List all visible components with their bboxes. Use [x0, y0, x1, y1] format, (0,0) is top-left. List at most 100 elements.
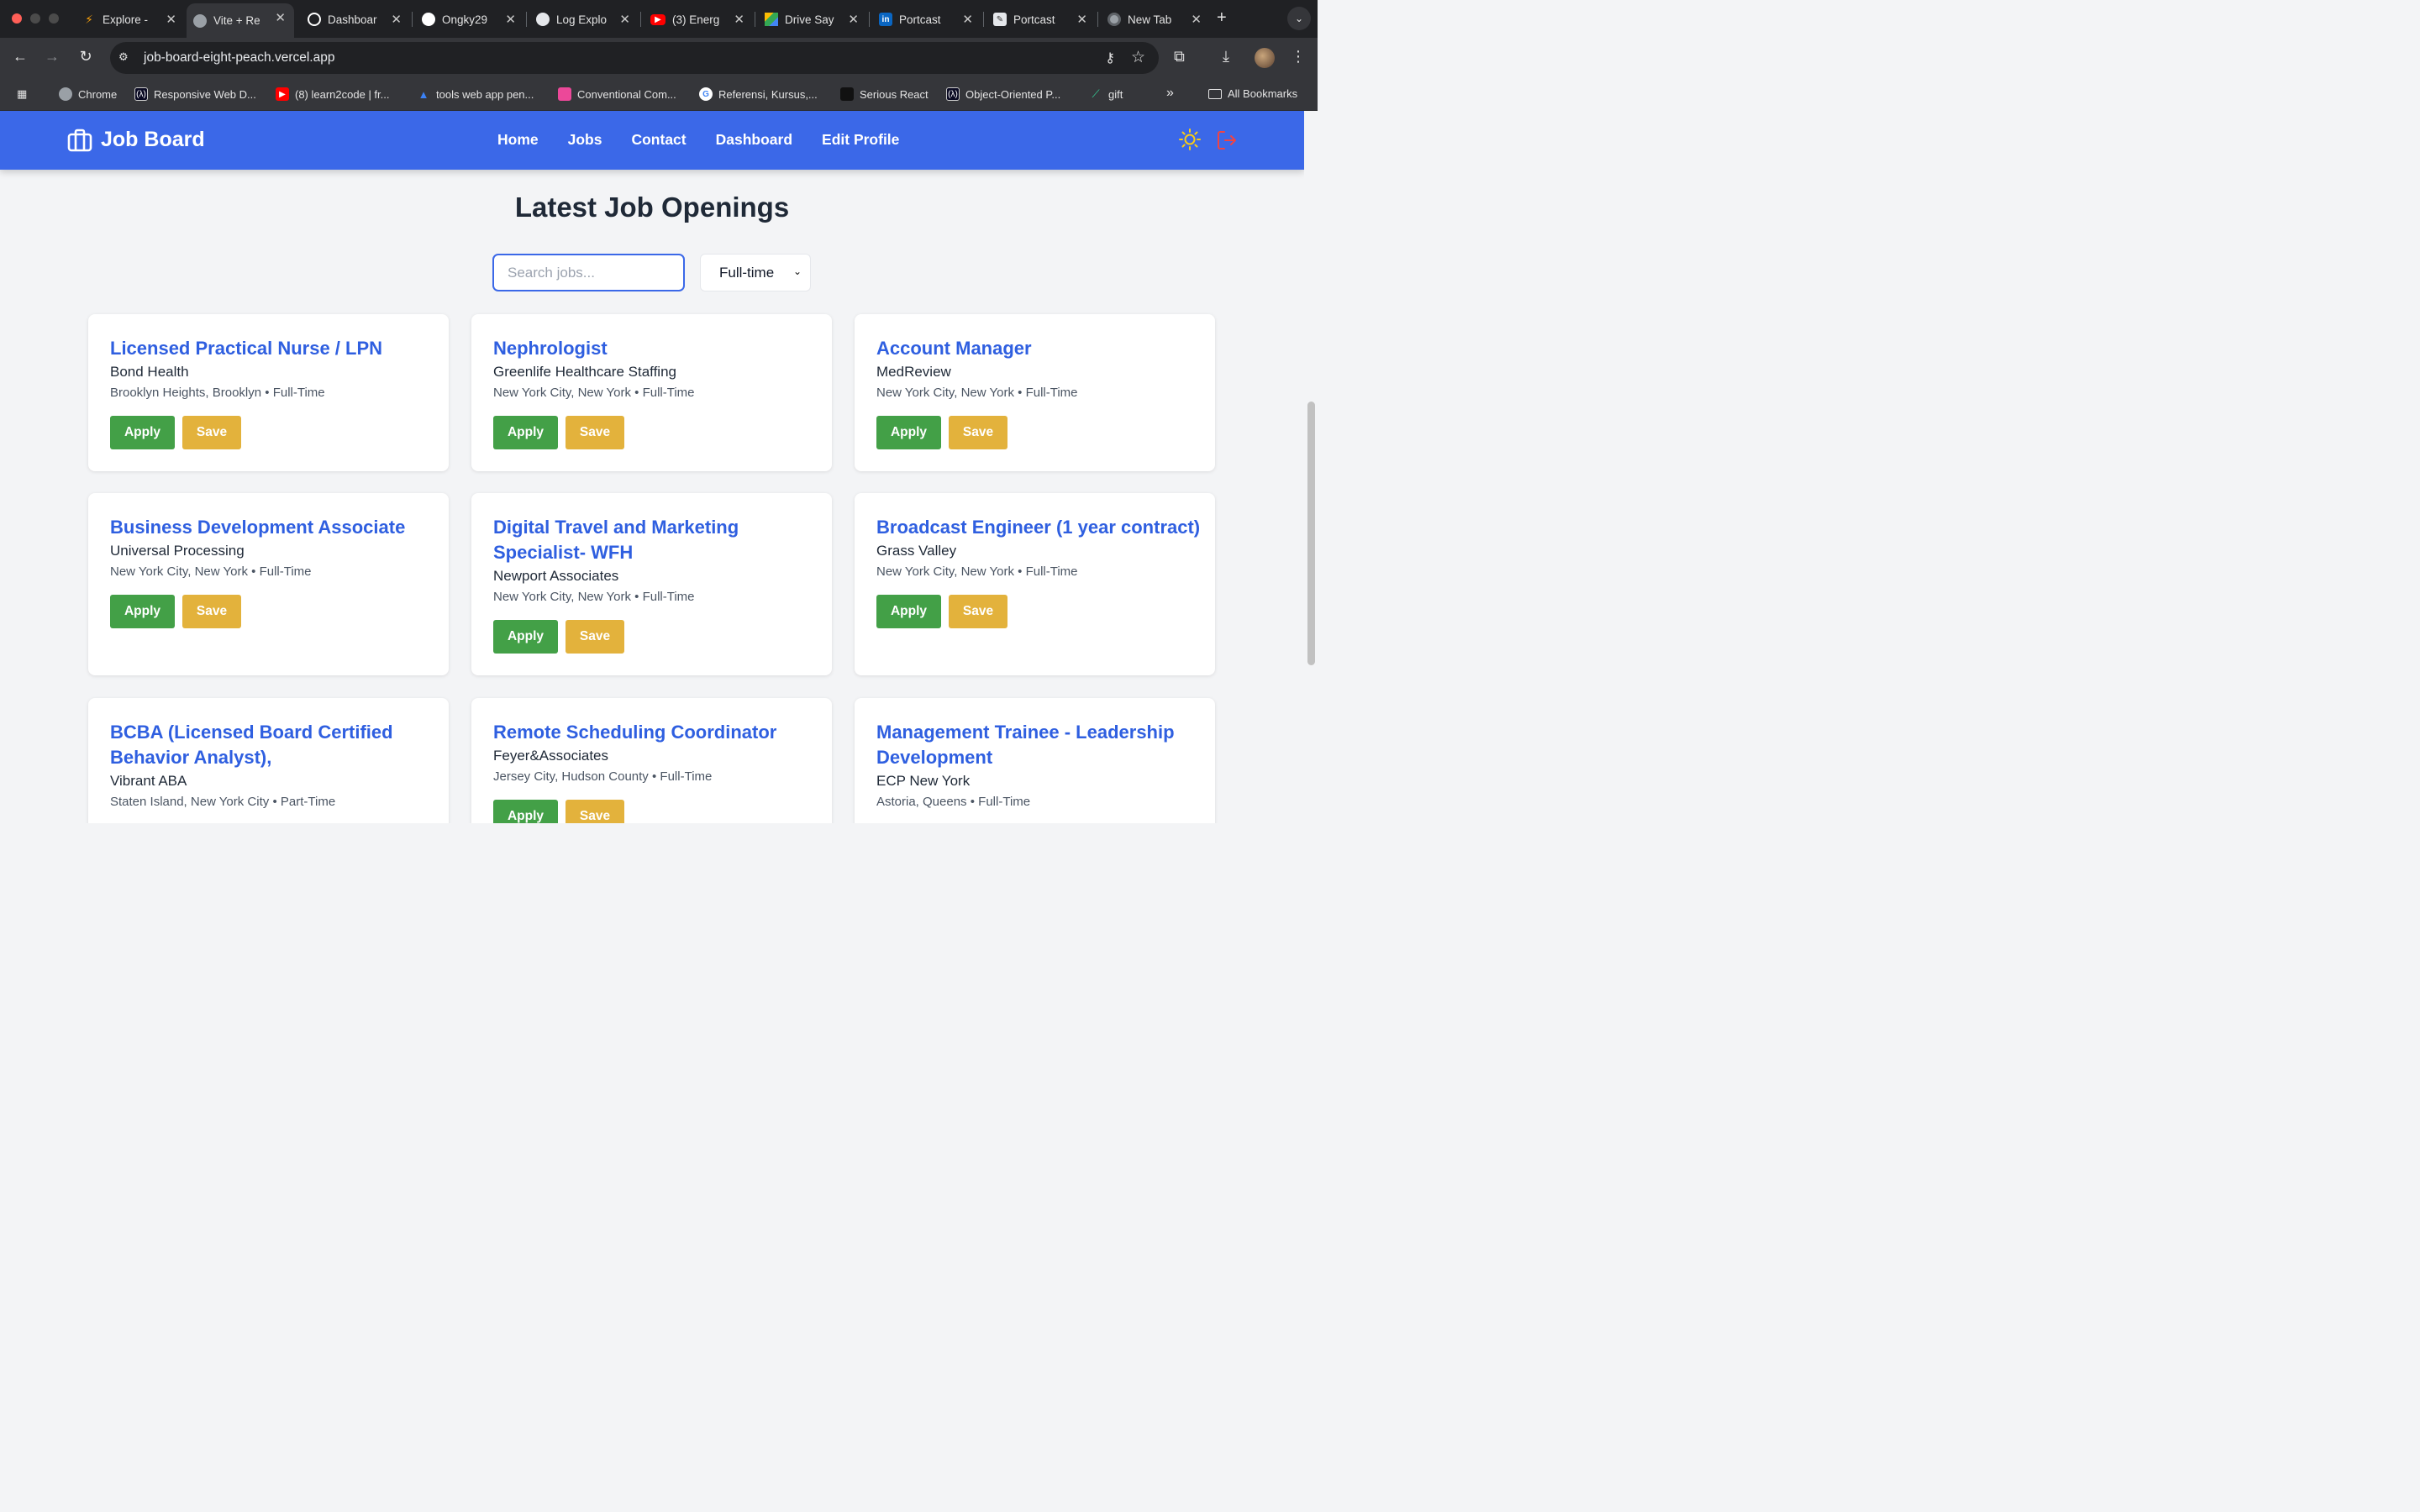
site-navbar: Job Board Home Jobs Contact Dashboard Ed… — [0, 111, 1304, 170]
job-title-link[interactable]: BCBA (Licensed Board Certified Behavior … — [110, 720, 438, 770]
bookmark-item[interactable]: ▲ tools web app pen... — [417, 87, 534, 101]
save-button[interactable]: Save — [949, 416, 1007, 449]
bookmark-item[interactable]: G Referensi, Kursus,... — [699, 87, 818, 101]
profile-avatar[interactable] — [1255, 48, 1275, 68]
maximize-window-button[interactable] — [49, 13, 59, 24]
forward-arrow-icon[interactable]: → — [42, 48, 62, 66]
job-type: Full-Time — [978, 795, 1031, 809]
minimize-window-button[interactable] — [30, 13, 40, 24]
close-tab-icon[interactable]: ✕ — [166, 12, 176, 27]
bookmark-item[interactable]: Conventional Com... — [558, 87, 676, 101]
apply-button[interactable]: Apply — [493, 620, 558, 654]
browser-tab[interactable]: Log Explo ✕ — [529, 5, 639, 34]
browser-tab[interactable]: Ongky29 ✕ — [415, 5, 524, 34]
save-button[interactable]: Save — [182, 595, 241, 628]
job-title-link[interactable]: Account Manager — [876, 336, 1204, 361]
back-arrow-icon[interactable]: ← — [10, 48, 30, 66]
close-tab-icon[interactable]: ✕ — [505, 12, 516, 27]
bookmark-item[interactable]: Chrome — [59, 87, 117, 101]
browser-tab[interactable]: ⚡ Explore - ✕ — [76, 5, 185, 34]
save-button[interactable]: Save — [566, 416, 624, 449]
bookmark-item[interactable]: ⟋ gift — [1089, 87, 1123, 101]
all-bookmarks-button[interactable]: All Bookmarks — [1208, 87, 1297, 100]
job-title-link[interactable]: Broadcast Engineer (1 year contract) — [876, 515, 1204, 540]
nav-contact-link[interactable]: Contact — [631, 131, 686, 149]
bookmarks-overflow-button[interactable]: » — [1166, 86, 1174, 101]
logout-icon[interactable] — [1216, 129, 1238, 151]
job-title-link[interactable]: Management Trainee - Leadership Developm… — [876, 720, 1204, 770]
search-jobs-input[interactable] — [492, 254, 685, 291]
bookmark-label: gift — [1108, 87, 1123, 101]
job-location: Astoria, Queens — [876, 795, 967, 809]
job-type: Full-Time — [272, 386, 325, 400]
sun-theme-toggle-icon[interactable] — [1178, 128, 1202, 151]
nav-jobs-link[interactable]: Jobs — [568, 131, 602, 149]
job-meta: Staten Island, New York City • Part-Time — [110, 795, 335, 809]
more-menu-icon[interactable]: ⋮ — [1291, 48, 1306, 66]
nav-edit-profile-link[interactable]: Edit Profile — [822, 131, 899, 149]
page-viewport: Job Board Home Jobs Contact Dashboard Ed… — [0, 111, 1304, 823]
apply-button[interactable]: Apply — [110, 416, 175, 449]
nav-dashboard-link[interactable]: Dashboard — [716, 131, 792, 149]
apps-grid-icon[interactable]: ▦ — [17, 87, 27, 101]
address-bar[interactable]: ⚙ job-board-eight-peach.vercel.app ⚷ ☆ — [110, 42, 1159, 74]
apply-button[interactable]: Apply — [876, 416, 941, 449]
job-type-select[interactable]: Full-time ⌄ — [700, 254, 811, 291]
extensions-puzzle-icon[interactable]: ⧉ — [1174, 48, 1185, 66]
job-card: Licensed Practical Nurse / LPN Bond Healt… — [88, 314, 449, 471]
close-tab-icon[interactable]: ✕ — [1191, 12, 1202, 27]
meta-separator: • — [651, 769, 657, 784]
save-button[interactable]: Save — [566, 800, 624, 823]
apply-button[interactable]: Apply — [493, 800, 558, 823]
password-key-icon[interactable]: ⚷ — [1105, 50, 1115, 66]
browser-tab[interactable]: ▶ (3) Energ ✕ — [644, 5, 753, 34]
new-tab-plus-icon[interactable]: + — [1217, 8, 1227, 28]
bookmark-item[interactable]: (λ) Object-Oriented P... — [946, 87, 1060, 101]
job-type: Part-Time — [280, 795, 336, 809]
job-meta: Jersey City, Hudson County • Full-Time — [493, 769, 712, 784]
job-type: Full-Time — [642, 590, 695, 604]
chrome-icon — [59, 87, 72, 101]
download-icon[interactable]: ⤓ — [1223, 48, 1229, 66]
close-tab-icon[interactable]: ✕ — [734, 12, 744, 27]
tab-title: (3) Energ — [672, 13, 720, 26]
close-tab-icon[interactable]: ✕ — [848, 12, 859, 27]
browser-tab-active[interactable]: Vite + Re ✕ — [187, 3, 294, 38]
reload-icon[interactable]: ↻ — [76, 48, 96, 66]
job-title-link[interactable]: Remote Scheduling Coordinator — [493, 720, 821, 745]
nav-home-link[interactable]: Home — [497, 131, 539, 149]
save-button[interactable]: Save — [566, 620, 624, 654]
save-button[interactable]: Save — [949, 595, 1007, 628]
job-title-link[interactable]: Digital Travel and Marketing Specialist-… — [493, 515, 821, 565]
close-window-button[interactable] — [12, 13, 22, 24]
brand-logo[interactable]: Job Board — [67, 128, 205, 152]
browser-tab[interactable]: Dashboar ✕ — [301, 5, 410, 34]
apply-button[interactable]: Apply — [110, 595, 175, 628]
address-bar-url[interactable]: job-board-eight-peach.vercel.app — [144, 50, 334, 66]
bookmark-item[interactable]: ▶ (8) learn2code | fr... — [276, 87, 390, 101]
close-tab-icon[interactable]: ✕ — [275, 10, 286, 25]
close-tab-icon[interactable]: ✕ — [1076, 12, 1087, 27]
close-tab-icon[interactable]: ✕ — [619, 12, 630, 27]
apply-button[interactable]: Apply — [876, 595, 941, 628]
close-tab-icon[interactable]: ✕ — [962, 12, 973, 27]
bookmark-item[interactable]: Serious React — [840, 87, 929, 101]
scrollbar-thumb[interactable] — [1307, 402, 1315, 665]
apply-button[interactable]: Apply — [493, 416, 558, 449]
job-location: Staten Island, New York City — [110, 795, 270, 809]
job-title-link[interactable]: Licensed Practical Nurse / LPN — [110, 336, 438, 361]
site-settings-icon[interactable]: ⚙ — [118, 50, 134, 66]
bookmark-star-icon[interactable]: ☆ — [1131, 48, 1145, 67]
job-title-link[interactable]: Nephrologist — [493, 336, 821, 361]
save-button[interactable]: Save — [182, 416, 241, 449]
bookmark-item[interactable]: (λ) Responsive Web D... — [134, 87, 256, 101]
browser-tab[interactable]: in Portcast ✕ — [872, 5, 981, 34]
browser-tab[interactable]: New Tab ✕ — [1101, 5, 1210, 34]
main-nav: Home Jobs Contact Dashboard Edit Profile — [497, 131, 899, 149]
job-location: New York City, New York — [493, 590, 631, 604]
close-tab-icon[interactable]: ✕ — [391, 12, 402, 27]
browser-tab[interactable]: ✎ Portcast ✕ — [986, 5, 1096, 34]
job-title-link[interactable]: Business Development Associate — [110, 515, 438, 540]
tab-search-chevron-icon[interactable]: ⌄ — [1287, 7, 1311, 30]
browser-tab[interactable]: Drive Say ✕ — [758, 5, 867, 34]
